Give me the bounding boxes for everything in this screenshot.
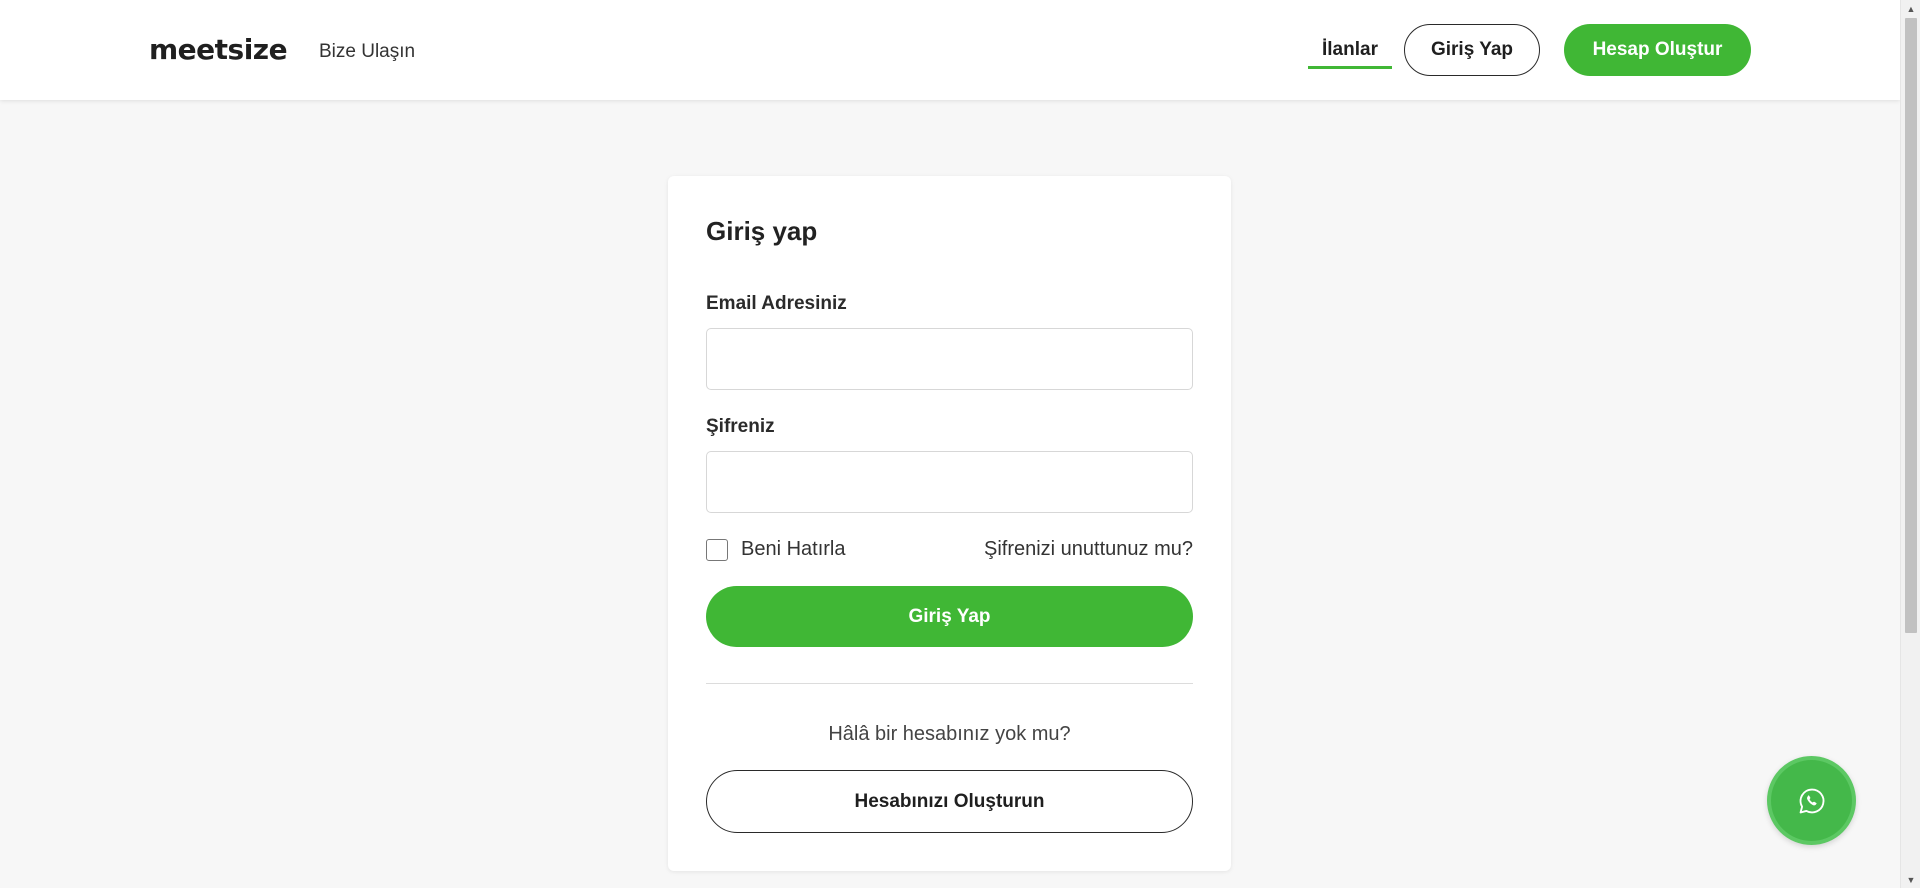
scroll-down-arrow-icon[interactable]: ▼ xyxy=(1901,871,1920,888)
forgot-password-link[interactable]: Şifrenizi unuttunuz mu? xyxy=(984,538,1193,561)
contact-link[interactable]: Bize Ulaşın xyxy=(319,41,415,63)
password-label: Şifreniz xyxy=(706,416,775,437)
create-account-button[interactable]: Hesabınızı Oluşturun xyxy=(706,770,1193,833)
site-logo[interactable]: meetsize xyxy=(149,33,288,66)
remember-me-label[interactable]: Beni Hatırla xyxy=(741,538,846,561)
nav-listings-link[interactable]: İlanlar xyxy=(1308,39,1392,69)
login-submit-button[interactable]: Giriş Yap xyxy=(706,586,1193,647)
remember-me-checkbox[interactable] xyxy=(706,538,728,561)
scroll-thumb[interactable] xyxy=(1905,18,1917,633)
header-register-button[interactable]: Hesap Oluştur xyxy=(1564,24,1751,76)
header-login-button[interactable]: Giriş Yap xyxy=(1404,24,1540,76)
whatsapp-chat-button[interactable] xyxy=(1767,756,1856,845)
no-account-text: Hâlâ bir hesabınız yok mu? xyxy=(828,723,1071,745)
page-scrollbar[interactable]: ▲ ▼ xyxy=(1900,0,1920,888)
top-navbar: meetsize Bize Ulaşın İlanlar Giriş Yap H… xyxy=(0,0,1900,100)
scroll-up-arrow-icon[interactable]: ▲ xyxy=(1901,0,1920,17)
login-card: Giriş yap Email Adresiniz Şifreniz Beni … xyxy=(668,176,1231,871)
password-input[interactable] xyxy=(706,451,1193,513)
divider xyxy=(706,683,1193,684)
remember-me-row[interactable]: Beni Hatırla xyxy=(706,538,846,561)
email-label: Email Adresiniz xyxy=(706,293,847,314)
email-input[interactable] xyxy=(706,328,1193,390)
whatsapp-icon xyxy=(1799,788,1824,813)
login-title: Giriş yap xyxy=(706,216,818,246)
